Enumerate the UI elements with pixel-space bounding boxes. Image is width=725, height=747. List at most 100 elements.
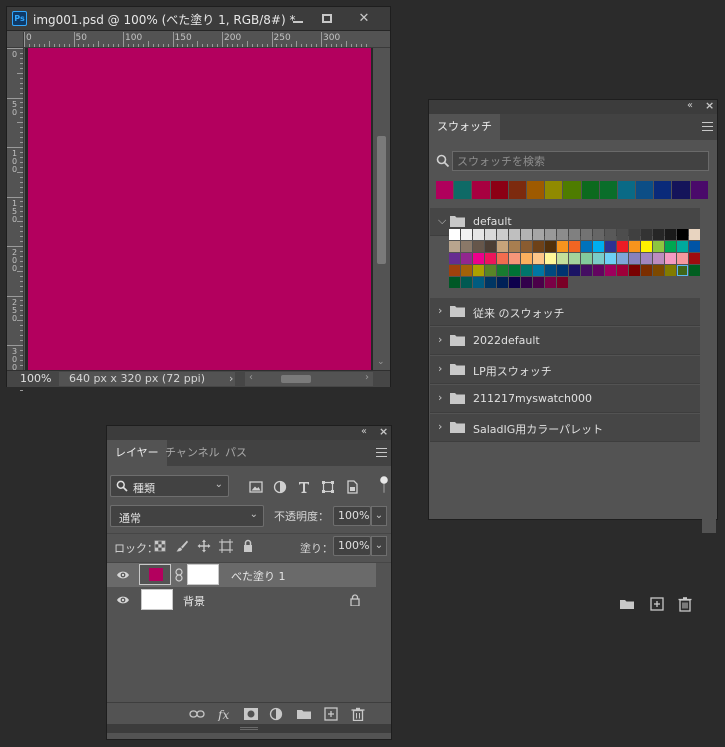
background-layer-thumbnail[interactable] (141, 589, 173, 610)
swatch-group[interactable]: › LP用スウォッチ (430, 356, 700, 384)
swatch-chip[interactable] (569, 253, 580, 264)
swatch-chip[interactable] (653, 253, 664, 264)
swatch-chip[interactable] (641, 241, 652, 252)
panel-resize-grip[interactable] (107, 724, 391, 733)
recent-swatch[interactable] (526, 181, 545, 199)
swatch-chip[interactable] (485, 277, 496, 288)
swatch-chip[interactable] (605, 265, 616, 276)
scroll-left-icon[interactable]: ‹ (249, 372, 253, 383)
swatch-chip[interactable] (593, 253, 604, 264)
swatch-chip[interactable] (629, 241, 640, 252)
swatch-chip[interactable] (677, 229, 688, 240)
swatch-chip[interactable] (461, 241, 472, 252)
layers-scrollbar[interactable] (376, 563, 390, 702)
recent-swatch[interactable] (599, 181, 617, 199)
swatch-chip[interactable] (497, 277, 508, 288)
visibility-eye-icon[interactable] (116, 569, 130, 581)
lock-image-pixels-icon[interactable] (175, 539, 189, 553)
swatch-chip[interactable] (497, 253, 508, 264)
fill-layer-thumbnail[interactable] (139, 564, 171, 585)
swatch-chip[interactable] (545, 253, 556, 264)
vertical-scrollbar[interactable]: ⌄ (373, 48, 390, 370)
swatch-chip[interactable] (617, 253, 628, 264)
chevron-down-icon[interactable]: ⌵ (438, 214, 446, 228)
swatch-chip[interactable] (497, 265, 508, 276)
lock-all-icon[interactable] (241, 539, 255, 553)
lock-artboard-icon[interactable] (219, 539, 233, 553)
close-panel-icon[interactable]: × (705, 99, 714, 112)
swatch-chip[interactable] (557, 229, 568, 240)
swatch-chip[interactable] (581, 253, 592, 264)
swatch-chip[interactable] (545, 265, 556, 276)
chevron-down-icon[interactable]: ⌄ (371, 536, 387, 556)
swatch-chip[interactable] (449, 229, 460, 240)
swatch-chip[interactable] (605, 241, 616, 252)
recent-swatch[interactable] (617, 181, 636, 199)
swatch-chip[interactable] (581, 265, 592, 276)
swatch-chip[interactable] (677, 253, 688, 264)
adjustment-layer-filter-icon[interactable] (273, 480, 287, 494)
swatch-chip[interactable] (629, 253, 640, 264)
panel-menu-icon[interactable] (702, 122, 713, 131)
swatch-chip[interactable] (629, 265, 640, 276)
layer-style-fx-icon[interactable]: fx (217, 707, 233, 721)
vertical-ruler[interactable]: 0 50 100 150 200 250 300 (7, 48, 24, 391)
chain-link-icon[interactable] (175, 568, 183, 582)
recent-swatch[interactable] (581, 181, 599, 199)
swatch-chip[interactable] (533, 241, 544, 252)
swatch-chip[interactable] (533, 253, 544, 264)
chevron-right-icon[interactable]: › (438, 362, 442, 375)
swatch-chip[interactable] (641, 253, 652, 264)
recent-swatch[interactable] (490, 181, 508, 199)
chevron-down-icon[interactable]: ⌄ (371, 506, 387, 526)
swatch-chip[interactable] (677, 241, 688, 252)
swatch-chip[interactable] (473, 229, 484, 240)
swatch-chip[interactable] (449, 265, 460, 276)
swatch-chip[interactable] (641, 265, 652, 276)
layer-row[interactable]: べた塗り 1 (107, 563, 376, 587)
minimize-button[interactable] (283, 10, 313, 28)
recent-swatch[interactable] (563, 181, 581, 199)
chevron-right-icon[interactable]: › (438, 391, 442, 404)
chevron-right-icon[interactable]: › (438, 420, 442, 433)
swatch-chip[interactable] (677, 265, 688, 276)
pixel-layer-filter-icon[interactable] (249, 480, 263, 494)
shape-layer-filter-icon[interactable] (321, 480, 335, 494)
swatch-chip[interactable] (689, 253, 700, 264)
smart-object-filter-icon[interactable] (345, 480, 359, 494)
swatch-search-input[interactable] (452, 151, 709, 171)
tab-paths[interactable]: パス (217, 440, 255, 466)
swatch-chip[interactable] (581, 241, 592, 252)
swatch-chip[interactable] (449, 241, 460, 252)
swatch-group[interactable]: › 従来 のスウォッチ (430, 298, 700, 326)
swatch-chip[interactable] (509, 229, 520, 240)
swatch-chip[interactable] (557, 277, 568, 288)
horizontal-scroll-thumb[interactable] (281, 375, 311, 383)
swatch-chip[interactable] (617, 229, 628, 240)
swatch-chip[interactable] (533, 265, 544, 276)
swatch-chip[interactable] (485, 229, 496, 240)
new-group-folder-icon[interactable] (296, 707, 312, 721)
swatch-chip[interactable] (497, 229, 508, 240)
swatch-chip[interactable] (497, 241, 508, 252)
zoom-level-field[interactable]: 100% (10, 372, 56, 386)
swatch-chip[interactable] (473, 277, 484, 288)
swatch-chip[interactable] (557, 253, 568, 264)
swatch-chip[interactable] (605, 229, 616, 240)
swatches-panel-header[interactable]: ‹‹ × (429, 99, 717, 114)
swatch-chip[interactable] (485, 241, 496, 252)
swatch-chip[interactable] (473, 265, 484, 276)
swatch-chip[interactable] (689, 229, 700, 240)
swatch-chip[interactable] (581, 229, 592, 240)
layer-name[interactable]: 背景 (183, 593, 205, 609)
swatch-chip[interactable] (665, 229, 676, 240)
swatch-chip[interactable] (521, 277, 532, 288)
swatch-chip[interactable] (545, 229, 556, 240)
recent-swatch[interactable] (454, 181, 472, 199)
canvas-fill-layer[interactable] (28, 48, 371, 370)
swatch-chip[interactable] (509, 253, 520, 264)
swatch-chip[interactable] (569, 265, 580, 276)
layer-name[interactable]: べた塗り 1 (231, 568, 286, 584)
trash-icon[interactable] (350, 707, 366, 721)
swatch-chip[interactable] (665, 241, 676, 252)
